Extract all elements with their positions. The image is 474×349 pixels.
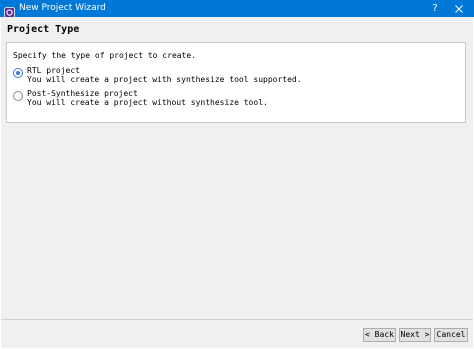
page-title: Project Type: [7, 24, 80, 35]
cancel-button[interactable]: Cancel: [434, 328, 468, 342]
post-synthesize-radio-button[interactable]: [13, 91, 23, 101]
project-type-panel: Specify the type of project to create. R…: [6, 42, 466, 123]
close-button[interactable]: [448, 0, 470, 17]
app-icon: [4, 3, 15, 18]
rtl-option-label[interactable]: RTL project: [27, 66, 80, 75]
button-bar-divider: [1, 319, 473, 320]
rtl-radio-button[interactable]: [13, 68, 23, 78]
title-bar: New Project Wizard ?: [0, 0, 474, 18]
wizard-body: Project Type Specify the type of project…: [1, 17, 473, 348]
window-title: New Project Wizard: [19, 3, 106, 13]
close-icon: [455, 5, 463, 13]
help-button[interactable]: ?: [424, 0, 446, 17]
back-button[interactable]: < Back: [363, 328, 396, 342]
post-synthesize-option-description: You will create a project without synthe…: [27, 98, 268, 107]
prompt-text: Specify the type of project to create.: [13, 51, 197, 60]
rtl-option-description: You will create a project with synthesiz…: [27, 75, 302, 84]
next-button[interactable]: Next >: [399, 328, 431, 342]
post-synthesize-option-label[interactable]: Post-Synthesize project: [27, 89, 138, 98]
